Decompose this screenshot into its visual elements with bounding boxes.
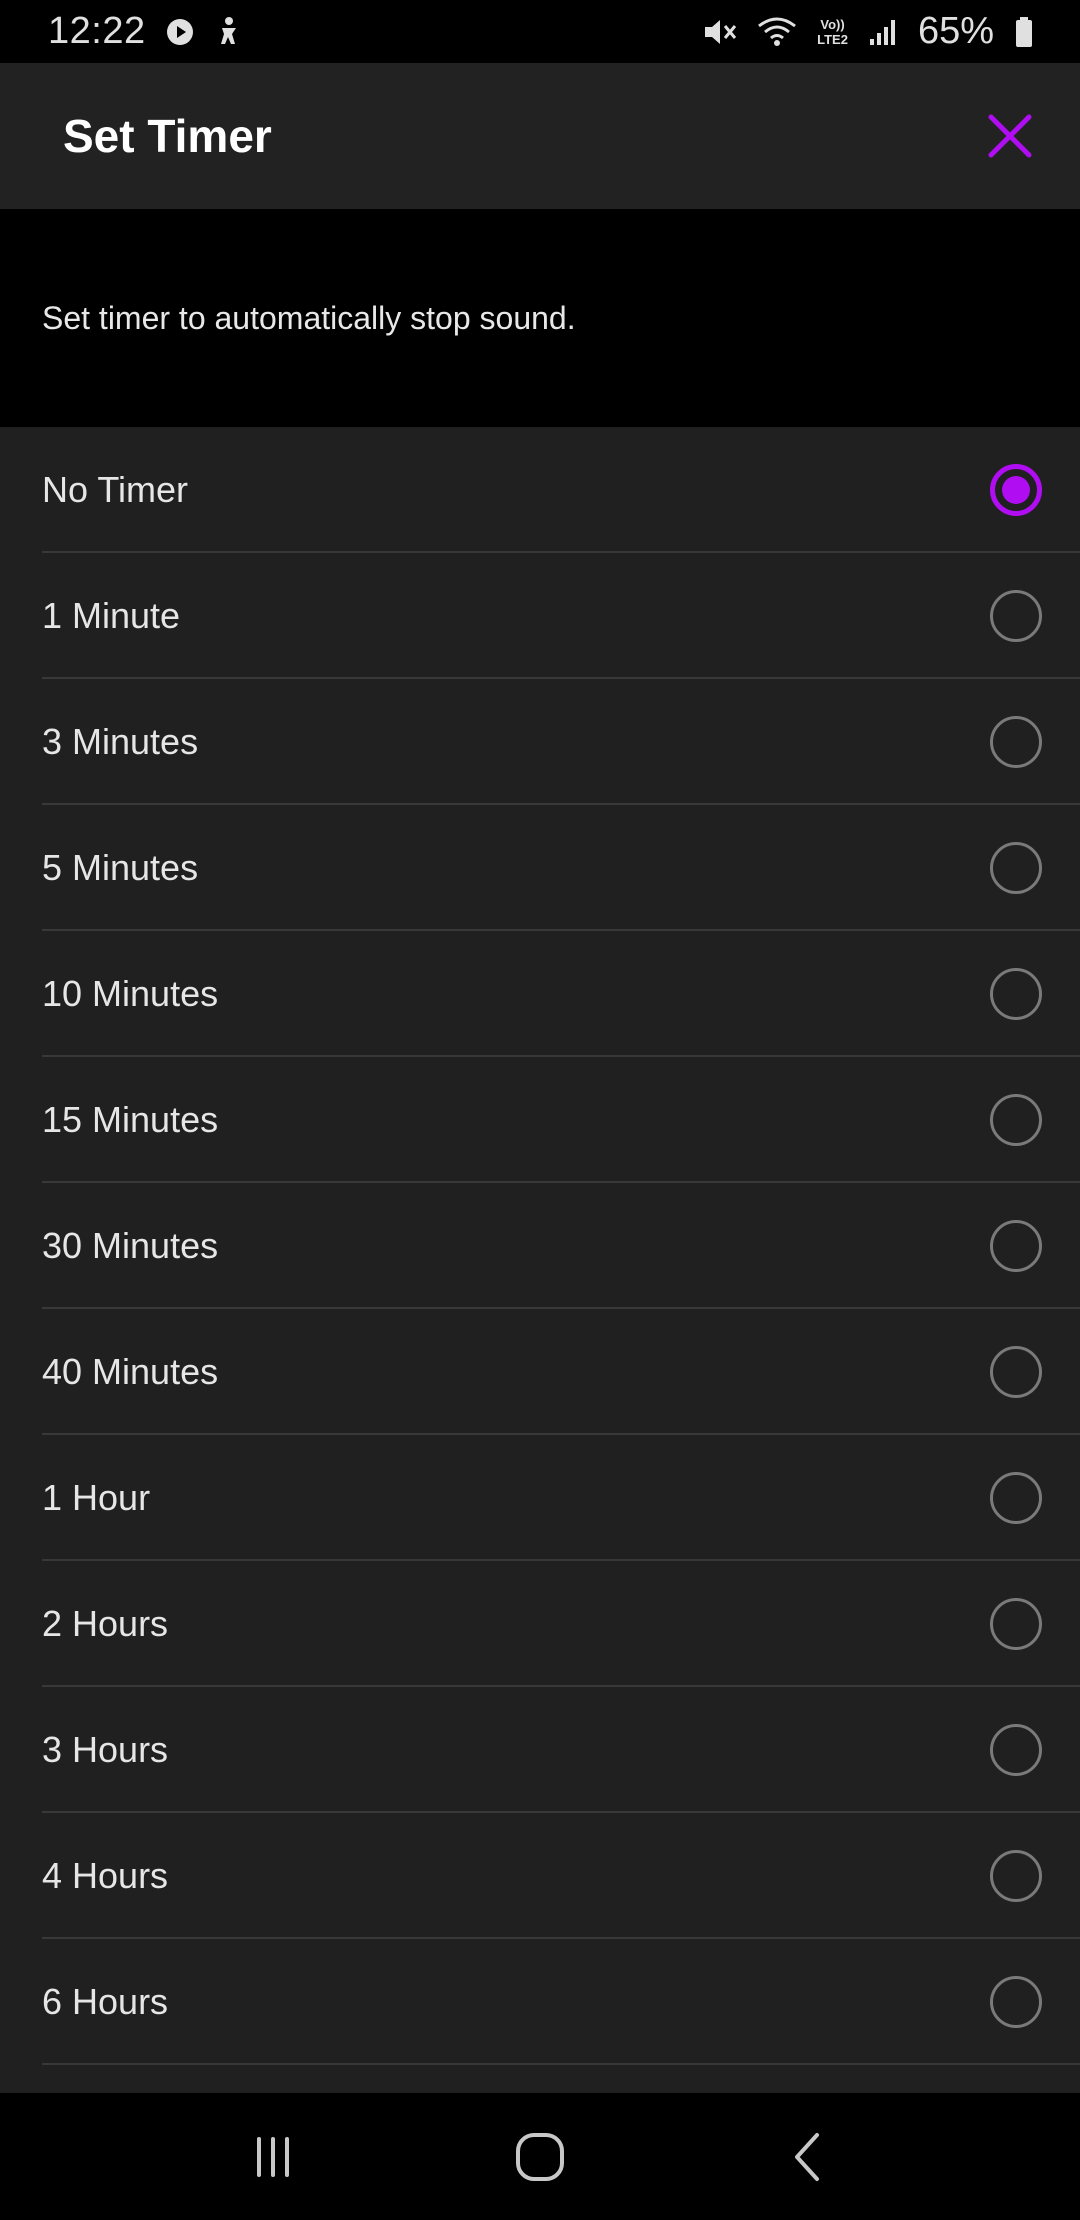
close-button[interactable] <box>984 110 1036 162</box>
network-label-top: Vo)) <box>820 16 845 32</box>
option-label: 1 Hour <box>42 1477 151 1518</box>
network-type-label: Vo)) LTE2 <box>817 17 848 47</box>
description-area: Set timer to automatically stop sound. <box>0 209 1080 427</box>
option-label: No Timer <box>42 469 189 510</box>
option-label: 1 Minute <box>42 595 181 636</box>
radio-button[interactable] <box>990 1472 1042 1524</box>
timer-option[interactable]: 5 Minutes <box>0 805 1080 931</box>
radio-button[interactable] <box>990 1850 1042 1902</box>
radio-button[interactable] <box>990 968 1042 1020</box>
network-label-bottom: LTE2 <box>817 31 848 47</box>
mute-icon <box>701 16 737 48</box>
radio-button[interactable] <box>990 1976 1042 2028</box>
system-nav-bar <box>0 2093 1080 2220</box>
radio-button[interactable] <box>990 842 1042 894</box>
radio-button[interactable] <box>990 464 1042 516</box>
option-label: 30 Minutes <box>42 1225 219 1266</box>
option-label: 3 Minutes <box>42 721 199 762</box>
option-label: 4 Hours <box>42 1855 169 1896</box>
status-left: 12:22 <box>48 10 244 53</box>
timer-options-list: No Timer 1 Minute 3 Minutes 5 Minutes 10… <box>0 427 1080 2093</box>
status-time: 12:22 <box>48 10 146 52</box>
page-title: Set Timer <box>63 110 272 162</box>
battery-icon <box>1014 16 1034 48</box>
timer-option[interactable]: 4 Hours <box>0 1813 1080 1939</box>
radio-button[interactable] <box>990 590 1042 642</box>
recents-icon <box>257 2136 290 2177</box>
play-icon <box>166 18 194 46</box>
timer-option[interactable]: 6 Hours <box>0 1939 1080 2065</box>
timer-option[interactable]: 1 Minute <box>0 553 1080 679</box>
back-button[interactable] <box>757 2117 857 2197</box>
timer-option[interactable]: 3 Minutes <box>0 679 1080 805</box>
radio-button[interactable] <box>990 1220 1042 1272</box>
description-text: Set timer to automatically stop sound. <box>42 299 576 336</box>
battery-percent: 65% <box>917 10 994 52</box>
close-icon <box>988 114 1032 158</box>
wifi-icon <box>757 16 797 48</box>
back-icon <box>794 2132 819 2181</box>
option-label: 40 Minutes <box>42 1351 219 1392</box>
radio-button[interactable] <box>990 1598 1042 1650</box>
timer-option[interactable]: 40 Minutes <box>0 1309 1080 1435</box>
timer-option[interactable]: 30 Minutes <box>0 1183 1080 1309</box>
radio-button[interactable] <box>990 716 1042 768</box>
timer-option[interactable]: 15 Minutes <box>0 1057 1080 1183</box>
home-icon <box>515 2132 564 2181</box>
recents-button[interactable] <box>223 2117 323 2197</box>
home-button[interactable] <box>490 2117 590 2197</box>
option-label: 6 Hours <box>42 1981 169 2022</box>
status-right: Vo)) LTE2 65% <box>701 10 1034 53</box>
option-label: 15 Minutes <box>42 1099 219 1140</box>
timer-option[interactable]: 2 Hours <box>0 1561 1080 1687</box>
timer-option[interactable]: 3 Hours <box>0 1687 1080 1813</box>
timer-option[interactable]: 10 Minutes <box>0 931 1080 1057</box>
app-bar: Set Timer <box>0 63 1080 209</box>
radio-button[interactable] <box>990 1346 1042 1398</box>
option-label: 5 Minutes <box>42 847 199 888</box>
accessibility-icon <box>214 16 244 48</box>
signal-icon <box>868 17 898 47</box>
option-label: 3 Hours <box>42 1729 169 1770</box>
radio-button[interactable] <box>990 1094 1042 1146</box>
radio-button[interactable] <box>990 1724 1042 1776</box>
timer-option[interactable]: 1 Hour <box>0 1435 1080 1561</box>
option-label: 2 Hours <box>42 1603 169 1644</box>
status-bar: 12:22 Vo)) LTE2 65% <box>0 0 1080 63</box>
timer-option[interactable]: No Timer <box>0 427 1080 553</box>
option-label: 10 Minutes <box>42 973 219 1014</box>
